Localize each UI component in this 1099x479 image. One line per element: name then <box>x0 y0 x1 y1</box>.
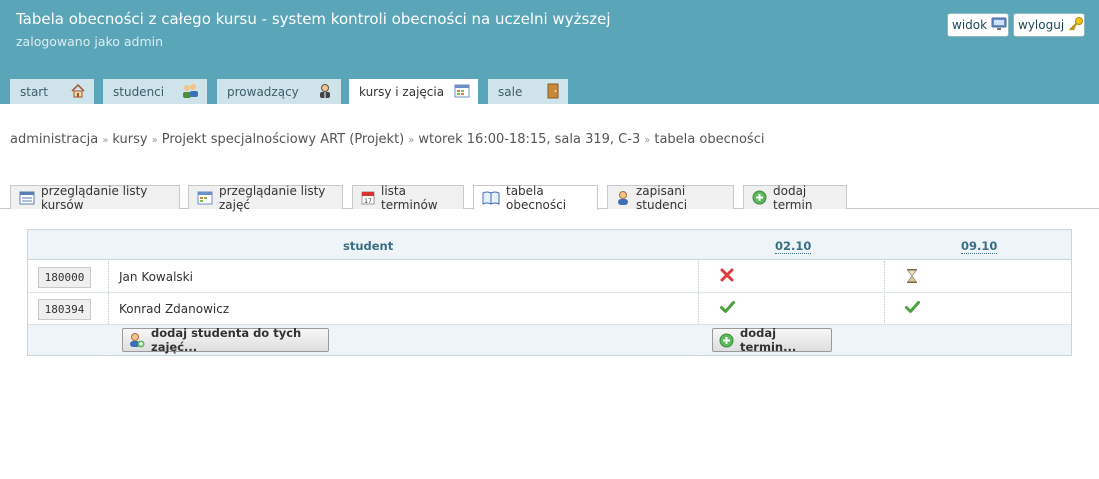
absent-icon[interactable] <box>720 268 734 285</box>
table-footer: dodaj studenta do tych zajęć... dodaj te… <box>28 325 1071 355</box>
add-student-button[interactable]: dodaj studenta do tych zajęć... <box>122 326 329 354</box>
book-icon <box>482 191 500 205</box>
nav-tab-studenci[interactable]: studenci <box>103 79 207 104</box>
door-icon <box>546 83 560 102</box>
add-icon <box>752 190 767 205</box>
nav-tab-label: prowadzący <box>227 84 299 99</box>
key-icon <box>1068 16 1084 35</box>
column-header-date[interactable]: 09.10 <box>961 239 998 254</box>
breadcrumb-separator: » <box>644 135 651 146</box>
nav-tab-start[interactable]: start <box>10 79 94 104</box>
nav-tab-sale[interactable]: sale <box>488 79 568 104</box>
monitor-icon <box>991 16 1007 35</box>
calendar-icon <box>454 83 470 102</box>
hourglass-icon[interactable] <box>905 268 919 287</box>
list-icon <box>19 191 35 205</box>
subtab-course-list[interactable]: przeglądanie listy kursów <box>10 183 180 212</box>
subtab-dates-list[interactable]: 17 lista terminów <box>352 183 464 212</box>
column-header-date[interactable]: 02.10 <box>775 239 812 254</box>
add-date-button[interactable]: dodaj termin... <box>712 326 832 354</box>
logout-button-label: wyloguj <box>1018 18 1065 32</box>
student-id: 180000 <box>38 267 91 288</box>
subtab-enrolled-students[interactable]: zapisani studenci <box>607 183 734 212</box>
home-icon <box>70 83 86 102</box>
nav-tab-label: sale <box>498 84 523 99</box>
breadcrumb-separator: » <box>408 135 415 146</box>
subtab-class-list[interactable]: przeglądanie listy zajęć <box>188 183 343 212</box>
breadcrumb-item-kursy[interactable]: kursy <box>112 132 147 147</box>
nav-tab-label: start <box>20 84 48 99</box>
present-icon[interactable] <box>905 300 920 317</box>
subtab-label: tabela obecności <box>506 184 567 212</box>
view-button-label: widok <box>952 18 988 32</box>
present-icon[interactable] <box>720 300 735 317</box>
breadcrumb-separator: » <box>151 135 158 146</box>
attendance-table: student 02.10 09.10 180000 Jan Kowalski … <box>27 229 1072 356</box>
add-date-button-label: dodaj termin... <box>740 326 797 354</box>
breadcrumb-item-class[interactable]: wtorek 16:00-18:15, sala 319, C-3 <box>418 132 640 147</box>
subtab-label: zapisani studenci <box>636 183 688 212</box>
login-info: zalogowano jako admin <box>16 34 164 49</box>
subtab-attendance-table[interactable]: tabela obecności <box>473 184 598 212</box>
app-title: Tabela obecności z całego kursu - system… <box>16 10 611 28</box>
student-name: Jan Kowalski <box>119 270 193 284</box>
breadcrumb-item-current: tabela obecności <box>654 132 765 147</box>
add-icon <box>719 333 734 348</box>
subtab-label: lista terminów <box>381 183 438 212</box>
column-header-student: student <box>343 239 394 253</box>
table-header: student 02.10 09.10 <box>28 230 1071 260</box>
svg-text:17: 17 <box>364 198 372 205</box>
subtab-label: przeglądanie listy kursów <box>41 183 148 212</box>
nav-tab-label: studenci <box>113 84 165 99</box>
nav-tab-prowadzacy[interactable]: prowadzący <box>217 79 341 104</box>
add-student-button-label: dodaj studenta do tych zajęć... <box>151 326 302 354</box>
logout-button[interactable]: wyloguj <box>1013 13 1085 37</box>
add-user-icon <box>129 332 145 348</box>
subtab-label: przeglądanie listy zajęć <box>219 183 326 212</box>
subtab-add-date[interactable]: dodaj termin <box>743 183 847 212</box>
student-name: Konrad Zdanowicz <box>119 302 230 316</box>
table-row: 180394 Konrad Zdanowicz <box>28 293 1071 325</box>
calendar-grid-icon <box>197 191 213 205</box>
table-row: 180000 Jan Kowalski <box>28 261 1071 293</box>
breadcrumb-item-course[interactable]: Projekt specjalnościowy ART (Projekt) <box>162 132 405 147</box>
breadcrumb: administracja» kursy» Projekt specjalności… <box>10 132 764 147</box>
breadcrumb-separator: » <box>102 135 109 146</box>
date-icon: 17 <box>361 190 375 205</box>
subtab-label: dodaj termin <box>773 183 813 212</box>
teacher-icon <box>317 83 333 102</box>
nav-tab-kursy[interactable]: kursy i zajęcia <box>349 79 478 104</box>
view-button[interactable]: widok <box>947 13 1009 37</box>
nav-tab-label: kursy i zajęcia <box>359 84 445 99</box>
student-id: 180394 <box>38 299 91 320</box>
students-icon <box>181 83 199 102</box>
user-icon <box>616 190 630 205</box>
breadcrumb-item-administracja[interactable]: administracja <box>10 132 98 147</box>
